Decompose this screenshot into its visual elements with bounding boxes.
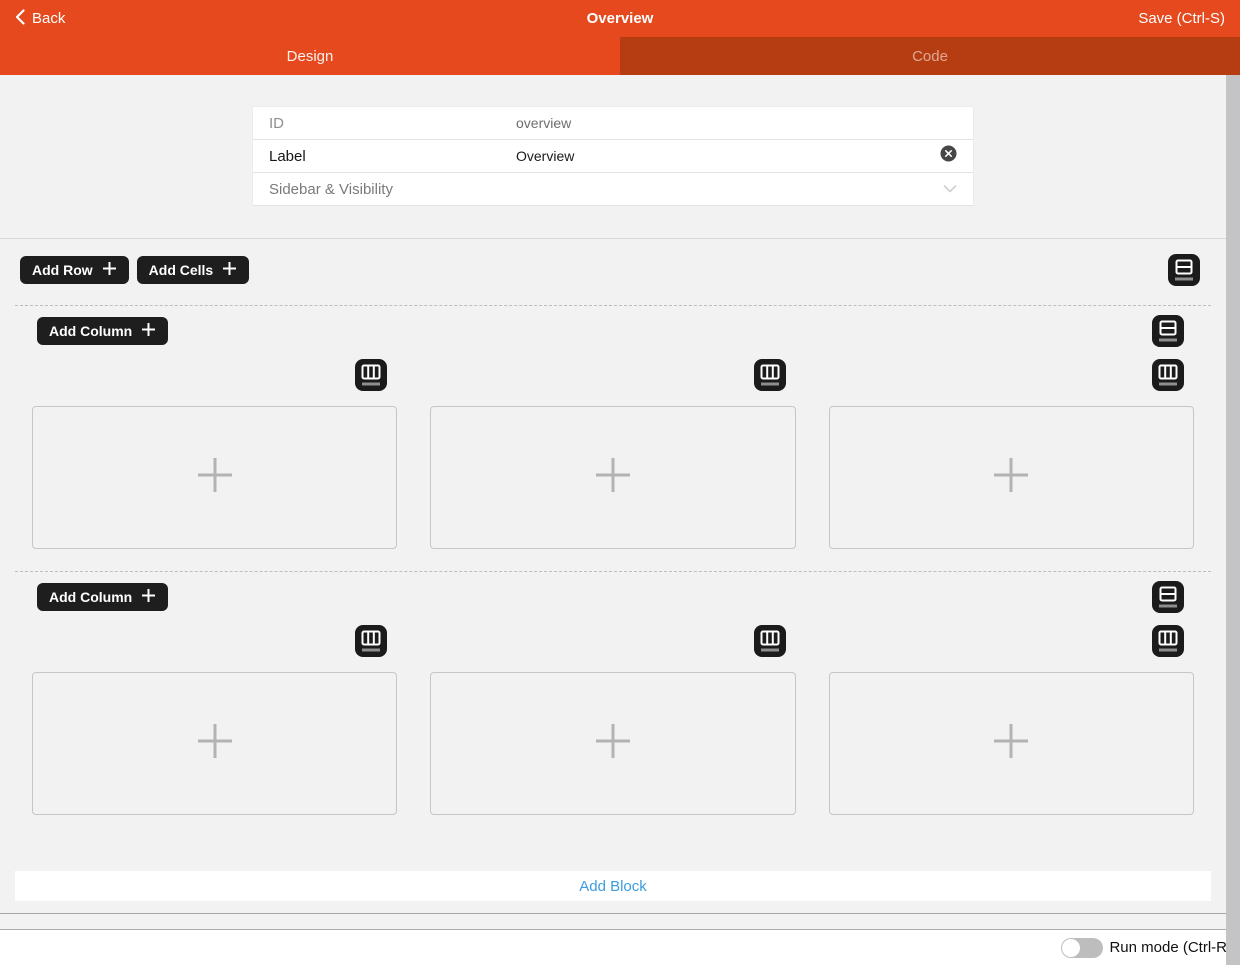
form-row-label: Label Overview: [253, 140, 973, 173]
expand-section-button[interactable]: [943, 180, 957, 198]
empty-cell-dropzone[interactable]: [430, 406, 795, 549]
tab-bar: Design Code: [0, 37, 1240, 75]
run-mode-label: Run mode (Ctrl-R): [1109, 939, 1232, 956]
plus-placeholder-icon: [197, 457, 233, 498]
column-settings-row: [32, 359, 1194, 391]
clear-label-button[interactable]: [940, 145, 957, 167]
plus-icon: [141, 588, 156, 606]
sidebar-visibility-accordion[interactable]: Sidebar & Visibility: [253, 173, 973, 206]
add-column-label: Add Column: [49, 589, 132, 605]
add-column-button[interactable]: Add Column: [37, 317, 168, 345]
design-canvas: ID overview Label Overview Sidebar & Vis…: [0, 75, 1226, 929]
add-row-label: Add Row: [32, 262, 93, 278]
chevron-left-icon: [15, 9, 25, 29]
columns-layout-icon[interactable]: [355, 625, 387, 657]
vertical-scrollbar[interactable]: [1226, 75, 1240, 965]
row-1-header: Add Column: [32, 315, 1194, 347]
form-canvas-divider: [0, 238, 1226, 239]
label-field-value[interactable]: Overview: [516, 148, 574, 164]
add-column-button[interactable]: Add Column: [37, 583, 168, 611]
chevron-down-icon: [943, 180, 957, 198]
page-properties-form: ID overview Label Overview Sidebar & Vis…: [252, 106, 974, 206]
column-dropzones-row: [32, 406, 1194, 549]
rows-layout-icon[interactable]: [1152, 315, 1184, 347]
id-field-value: overview: [516, 115, 571, 131]
clear-circle-x-icon: [940, 145, 957, 167]
grid-row-1: Add Column: [0, 306, 1226, 571]
empty-cell-dropzone[interactable]: [430, 672, 795, 815]
id-field-label: ID: [269, 115, 516, 132]
plus-placeholder-icon: [993, 723, 1029, 764]
layout-toolbar: Add Row Add Cells: [0, 254, 1226, 286]
toggle-knob: [1062, 939, 1080, 957]
label-field-label: Label: [269, 148, 516, 165]
tab-code[interactable]: Code: [620, 37, 1240, 75]
plus-icon: [102, 261, 117, 279]
add-cells-label: Add Cells: [149, 262, 214, 278]
form-row-id: ID overview: [253, 107, 973, 140]
columns-layout-icon[interactable]: [754, 625, 786, 657]
columns-layout-icon[interactable]: [1152, 625, 1184, 657]
column-settings-row: [32, 625, 1194, 657]
add-row-button[interactable]: Add Row: [20, 256, 129, 284]
page-title: Overview: [0, 10, 1240, 27]
columns-layout-icon[interactable]: [754, 359, 786, 391]
add-block-button[interactable]: Add Block: [15, 871, 1211, 901]
section-end-line: [0, 913, 1226, 914]
header-bar: Back Overview Save (Ctrl-S): [0, 0, 1240, 37]
status-bar: Run mode (Ctrl-R): [0, 929, 1240, 965]
grid-row-2: Add Column: [0, 572, 1226, 837]
tab-design[interactable]: Design: [0, 37, 620, 75]
sidebar-visibility-label: Sidebar & Visibility: [269, 181, 516, 198]
row-2-header: Add Column: [32, 581, 1194, 613]
empty-cell-dropzone[interactable]: [32, 406, 397, 549]
run-mode-toggle[interactable]: [1061, 938, 1103, 958]
empty-cell-dropzone[interactable]: [829, 406, 1194, 549]
column-dropzones-row: [32, 672, 1194, 815]
back-label: Back: [32, 10, 65, 27]
back-button[interactable]: Back: [15, 9, 65, 29]
columns-layout-icon[interactable]: [355, 359, 387, 391]
plus-placeholder-icon: [595, 723, 631, 764]
empty-cell-dropzone[interactable]: [829, 672, 1194, 815]
empty-cell-dropzone[interactable]: [32, 672, 397, 815]
plus-icon: [222, 261, 237, 279]
plus-icon: [141, 322, 156, 340]
rows-layout-icon[interactable]: [1168, 254, 1200, 286]
plus-placeholder-icon: [993, 457, 1029, 498]
save-button[interactable]: Save (Ctrl-S): [1138, 10, 1225, 27]
plus-placeholder-icon: [197, 723, 233, 764]
add-column-label: Add Column: [49, 323, 132, 339]
rows-layout-icon[interactable]: [1152, 581, 1184, 613]
add-cells-button[interactable]: Add Cells: [137, 256, 250, 284]
plus-placeholder-icon: [595, 457, 631, 498]
columns-layout-icon[interactable]: [1152, 359, 1184, 391]
